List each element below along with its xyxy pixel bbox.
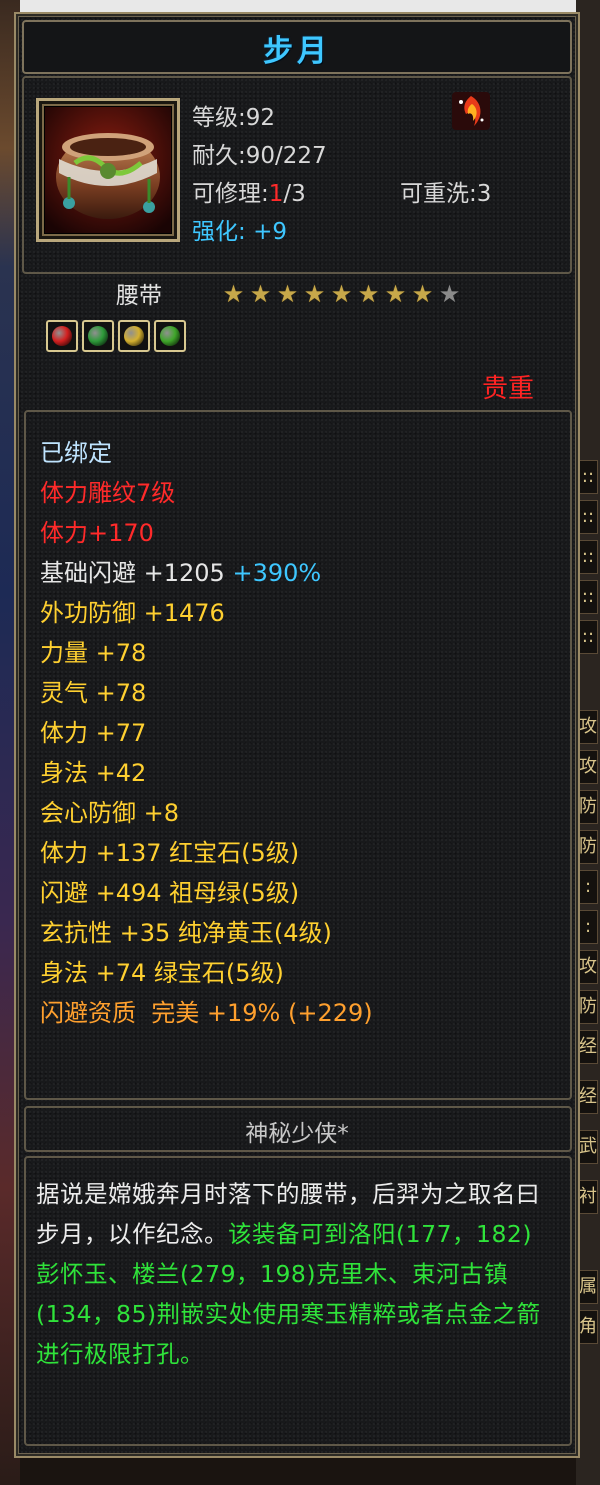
star-filled-icon: ★ <box>330 280 353 308</box>
gem-dot <box>52 326 72 346</box>
right-edge-cell: 攻 <box>578 950 598 984</box>
yellow-jade-gem-icon <box>118 320 150 352</box>
gem-dot <box>160 326 180 346</box>
enhance-text: 强化: +9 <box>192 212 287 246</box>
right-edge-cell: :: <box>578 620 598 654</box>
spirit-line: 灵气 +78 <box>40 679 147 707</box>
right-edge-cell: 攻 <box>578 750 598 784</box>
crit-defense-line: 会心防御 +8 <box>40 799 180 827</box>
gem-line-green: 身法 +74 绿宝石(5级) <box>40 959 284 987</box>
right-edge-cell: :: <box>578 540 598 574</box>
description-text: 据说是嫦娥奔月时落下的腰带，后羿为之取名曰步月，以作纪念。该装备可到洛阳(177… <box>36 1174 556 1374</box>
right-edge-cell: 属 <box>578 1270 598 1304</box>
right-edge-cell: 防 <box>578 830 598 864</box>
star-filled-icon: ★ <box>276 280 299 308</box>
enhance-label: 强化: <box>192 219 246 245</box>
outer-defense-line: 外功防御 +1476 <box>40 599 225 627</box>
item-tooltip: 步月 等级:92 耐久:90/227 可修理:1/3 可重洗:3 强化: +9 … <box>14 12 580 1458</box>
repair-current: 1 <box>268 181 284 207</box>
tooltip-title-bar: 步月 <box>22 20 572 74</box>
maker-name: 神秘少侠* <box>245 1121 349 1147</box>
repair-total: /3 <box>283 181 306 207</box>
right-edge-cell: 防 <box>578 990 598 1024</box>
gem-dot <box>88 326 108 346</box>
quality-line: 闪避资质 完美 +19% (+229) <box>40 999 373 1027</box>
stats-box <box>24 410 572 1100</box>
green-gem-icon <box>154 320 186 352</box>
right-edge-cell: 衬 <box>578 1180 598 1214</box>
right-edge-cell: :: <box>578 580 598 614</box>
star-empty-icon: ★ <box>438 280 461 308</box>
gem-dot <box>124 326 144 346</box>
durability-text: 耐久:90/227 <box>192 143 327 169</box>
engrave-bonus-line: 体力+170 <box>40 519 154 547</box>
base-dodge-value: 基础闪避 +1205 <box>40 559 225 587</box>
agility-line: 身法 +42 <box>40 759 147 787</box>
belt-icon <box>45 107 171 233</box>
gem-line-emerald: 闪避 +494 祖母绿(5级) <box>40 879 300 907</box>
item-name: 步月 <box>263 34 331 69</box>
bound-status: 已绑定 <box>40 439 112 467</box>
right-edge-cell: 角 <box>578 1310 598 1344</box>
enhance-value: +9 <box>253 219 287 245</box>
repair-label: 可修理: <box>192 181 269 207</box>
right-edge-cell: 防 <box>578 790 598 824</box>
level-text: 等级:92 <box>192 105 276 131</box>
strength-line: 力量 +78 <box>40 639 147 667</box>
star-rating: ★ ★ ★ ★ ★ ★ ★ ★ ★ <box>220 282 463 308</box>
gem-line-ruby: 体力 +137 红宝石(5级) <box>40 839 300 867</box>
star-filled-icon: ★ <box>222 280 245 308</box>
right-edge-cell: 经 <box>578 1080 598 1114</box>
item-type: 腰带 <box>116 283 162 309</box>
item-icon-frame <box>36 98 180 242</box>
star-filled-icon: ★ <box>357 280 380 308</box>
right-edge-cell: :: <box>578 500 598 534</box>
emerald-gem-icon <box>82 320 114 352</box>
rarity-label: 贵重 <box>481 374 534 404</box>
base-dodge-line: 基础闪避 +1205 +390% <box>40 558 321 588</box>
right-edge-cell: : <box>578 870 598 904</box>
repair-text: 可修理:1/3 <box>192 174 306 208</box>
special-badge-icon <box>452 92 490 130</box>
right-edge-cell: : <box>578 910 598 944</box>
engrave-line: 体力雕纹7级 <box>40 479 176 507</box>
star-filled-icon: ★ <box>249 280 272 308</box>
right-edge-cell: 攻 <box>578 710 598 744</box>
right-edge-cell: :: <box>578 460 598 494</box>
red-gem-icon <box>46 320 78 352</box>
star-filled-icon: ★ <box>411 280 434 308</box>
base-dodge-percent: +390% <box>232 559 322 587</box>
stamina-line: 体力 +77 <box>40 719 147 747</box>
gem-slots <box>46 320 190 356</box>
star-filled-icon: ★ <box>384 280 407 308</box>
right-edge-cell: 武 <box>578 1130 598 1164</box>
right-edge-cell: 经 <box>578 1030 598 1064</box>
gem-line-topaz: 玄抗性 +35 纯净黄玉(4级) <box>40 919 332 947</box>
reroll-text: 可重洗:3 <box>400 181 492 207</box>
browser-strip <box>0 0 600 12</box>
star-filled-icon: ★ <box>303 280 326 308</box>
